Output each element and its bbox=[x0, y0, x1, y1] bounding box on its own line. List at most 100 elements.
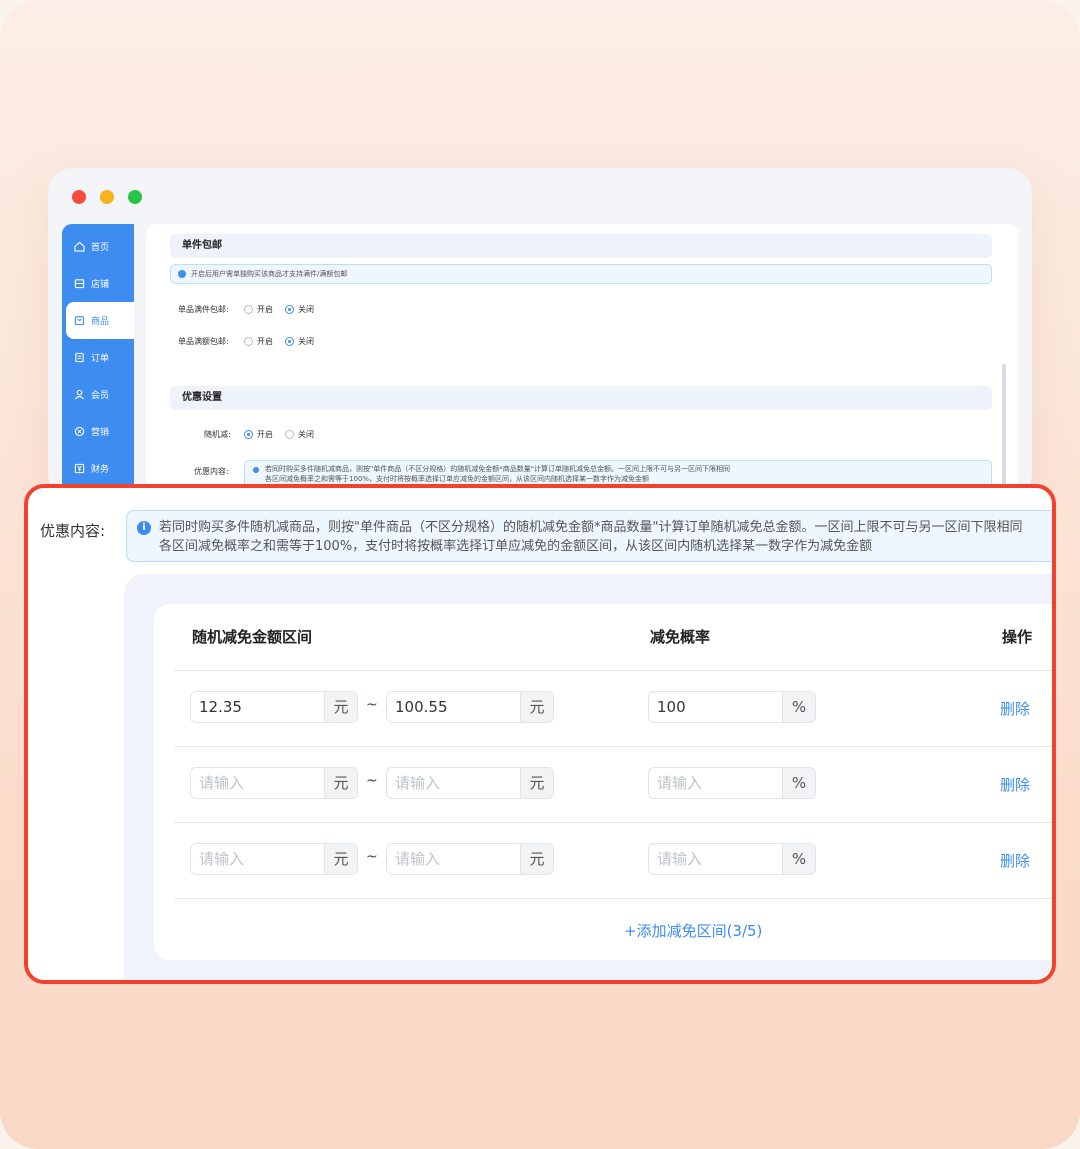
delete-button[interactable]: 删除 bbox=[1000, 850, 1030, 871]
info-line: 若同时购买多件随机减商品，则按"单件商品（不区分规格）的随机减免金额*商品数量"… bbox=[265, 465, 730, 473]
rate-field[interactable]: 请输入 % bbox=[648, 843, 816, 875]
unit-yuan: 元 bbox=[520, 844, 553, 874]
sidebar-item-label: 店铺 bbox=[91, 280, 110, 290]
row-label: 单品满额包邮: bbox=[178, 337, 229, 346]
free-shipping-info: 开启后用户需单独购买该商品才支持满件/满额包邮 bbox=[170, 264, 992, 284]
sidebar-item-finance[interactable]: 财务 bbox=[62, 450, 134, 487]
radio-off[interactable]: 关闭 bbox=[285, 336, 314, 347]
section-title-free-shipping: 单件包邮 bbox=[170, 234, 992, 258]
sidebar-item-label: 订单 bbox=[91, 354, 110, 364]
radio-label: 开启 bbox=[257, 337, 273, 346]
min-amount-placeholder: 请输入 bbox=[199, 774, 245, 792]
column-header-ops: 操作 bbox=[1002, 628, 1033, 646]
order-icon bbox=[75, 352, 84, 363]
max-amount-placeholder: 请输入 bbox=[395, 850, 441, 868]
range-separator: ~ bbox=[366, 773, 378, 789]
sidebar-item-members[interactable]: 会员 bbox=[62, 376, 134, 413]
sidebar-item-label: 首页 bbox=[91, 243, 110, 253]
marketing-icon bbox=[74, 426, 85, 437]
maximize-dot[interactable] bbox=[128, 190, 142, 204]
bag-icon bbox=[74, 316, 85, 326]
delete-button[interactable]: 删除 bbox=[1000, 774, 1030, 795]
radio-circle-checked bbox=[285, 337, 294, 346]
min-amount-value: 12.35 bbox=[199, 698, 242, 716]
radio-circle bbox=[244, 305, 253, 314]
finance-icon bbox=[74, 463, 85, 474]
discount-content-label: 优惠内容: bbox=[40, 522, 106, 540]
free-shipping-info-text: 开启后用户需单独购买该商品才支持满件/满额包邮 bbox=[191, 270, 348, 278]
unit-percent: % bbox=[782, 844, 815, 874]
sidebar-item-store[interactable]: 店铺 bbox=[62, 265, 134, 302]
radio-label: 开启 bbox=[257, 305, 273, 314]
radio-on[interactable]: 开启 bbox=[244, 336, 273, 347]
sidebar-item-label: 会员 bbox=[91, 391, 110, 401]
rate-field[interactable]: 请输入 % bbox=[648, 767, 816, 799]
divider bbox=[174, 822, 1052, 823]
section-title-discount: 优惠设置 bbox=[170, 386, 992, 410]
radio-label: 关闭 bbox=[298, 430, 314, 439]
sidebar-item-orders[interactable]: 订单 bbox=[62, 339, 134, 376]
row-piece-shipping: 单品满件包邮: 开启 关闭 bbox=[178, 304, 326, 315]
sidebar-item-label: 营销 bbox=[91, 428, 110, 438]
max-amount-value: 100.55 bbox=[395, 698, 448, 716]
main-content: 单件包邮 开启后用户需单独购买该商品才支持满件/满额包邮 单品满件包邮: 开启 … bbox=[146, 224, 1018, 498]
radio-circle-checked bbox=[244, 430, 253, 439]
sidebar-item-label: 商品 bbox=[91, 317, 110, 327]
radio-label: 关闭 bbox=[298, 337, 314, 346]
minimize-dot[interactable] bbox=[100, 190, 114, 204]
delete-button[interactable]: 删除 bbox=[1000, 698, 1030, 719]
max-amount-field[interactable]: 100.55 元 bbox=[386, 691, 554, 723]
unit-yuan: 元 bbox=[520, 768, 553, 798]
unit-percent: % bbox=[782, 768, 815, 798]
min-amount-field[interactable]: 12.35 元 bbox=[190, 691, 358, 723]
range-separator: ~ bbox=[366, 697, 378, 713]
unit-yuan: 元 bbox=[520, 692, 553, 722]
column-header-rate: 减免概率 bbox=[650, 628, 711, 646]
rate-field[interactable]: 100 % bbox=[648, 691, 816, 723]
sidebar-item-home[interactable]: 首页 bbox=[62, 228, 134, 265]
divider bbox=[174, 898, 1052, 899]
info-icon bbox=[253, 467, 259, 473]
scrollbar[interactable] bbox=[1002, 364, 1006, 498]
column-header-range: 随机减免金额区间 bbox=[192, 628, 313, 646]
unit-yuan: 元 bbox=[324, 844, 357, 874]
sidebar-item-marketing[interactable]: 营销 bbox=[62, 413, 134, 450]
radio-off[interactable]: 关闭 bbox=[285, 429, 314, 440]
info-line: 若同时购买多件随机减商品，则按"单件商品（不区分规格）的随机减免金额*商品数量"… bbox=[159, 520, 1023, 535]
range-separator: ~ bbox=[366, 849, 378, 865]
discount-content-label: 优惠内容: bbox=[194, 467, 229, 476]
radio-label: 开启 bbox=[257, 430, 273, 439]
max-amount-field[interactable]: 请输入 元 bbox=[386, 767, 554, 799]
add-range-button[interactable]: +添加减免区间(3/5) bbox=[624, 920, 762, 941]
info-line: 各区间减免概率之和需等于100%，支付时将按概率选择订单应减免的金额区间，从该区… bbox=[159, 539, 873, 554]
row-random-discount: 随机减: 开启 关闭 bbox=[204, 429, 326, 440]
divider bbox=[174, 670, 1052, 671]
sidebar-item-goods[interactable]: 商品 bbox=[66, 302, 134, 339]
close-dot[interactable] bbox=[72, 190, 86, 204]
info-line: 各区间减免概率之和需等于100%，支付时将按概率选择订单应减免的金额区间，从该区… bbox=[265, 475, 650, 483]
info-icon bbox=[178, 270, 186, 278]
rate-value: 100 bbox=[657, 698, 686, 716]
radio-circle bbox=[244, 337, 253, 346]
min-amount-placeholder: 请输入 bbox=[199, 850, 245, 868]
range-table: 随机减免金额区间 减免概率 操作 12.35 元 ~ 100.55 元 100 … bbox=[154, 604, 1052, 960]
range-table-container: 随机减免金额区间 减免概率 操作 12.35 元 ~ 100.55 元 100 … bbox=[124, 574, 1052, 980]
sidebar-item-label: 财务 bbox=[91, 465, 110, 475]
discount-info-box: i 若同时购买多件随机减商品，则按"单件商品（不区分规格）的随机减免金额*商品数… bbox=[126, 510, 1052, 562]
row-amount-shipping: 单品满额包邮: 开启 关闭 bbox=[178, 336, 326, 347]
row-label: 单品满件包邮: bbox=[178, 305, 229, 314]
radio-on[interactable]: 开启 bbox=[244, 304, 273, 315]
min-amount-field[interactable]: 请输入 元 bbox=[190, 843, 358, 875]
app-window: 首页 店铺 商品 订单 会员 营销 财务 单件包邮 开启后用户需单独购买该商品才… bbox=[48, 168, 1032, 498]
min-amount-field[interactable]: 请输入 元 bbox=[190, 767, 358, 799]
unit-yuan: 元 bbox=[324, 768, 357, 798]
window-controls bbox=[72, 190, 142, 204]
user-icon bbox=[74, 389, 85, 400]
radio-on[interactable]: 开启 bbox=[244, 429, 273, 440]
store-icon bbox=[74, 279, 85, 289]
rate-placeholder: 请输入 bbox=[657, 774, 703, 792]
row-label: 随机减: bbox=[204, 430, 231, 439]
radio-off[interactable]: 关闭 bbox=[285, 304, 314, 315]
max-amount-field[interactable]: 请输入 元 bbox=[386, 843, 554, 875]
unit-yuan: 元 bbox=[324, 692, 357, 722]
